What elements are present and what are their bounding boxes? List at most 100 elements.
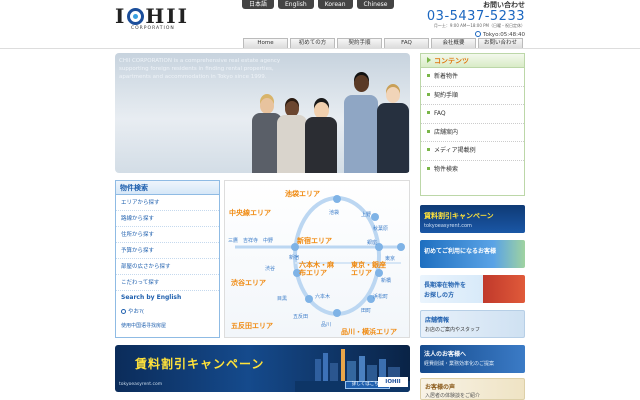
contents-item-label: 契約手順 (434, 91, 459, 99)
contents-item-label: FAQ (434, 110, 446, 117)
map-area-tokyo-ginza[interactable]: 東京・銀座エリア (351, 261, 389, 277)
search-korean-label: やお?( (128, 309, 145, 315)
search-chinese-link[interactable]: 使用中国语寻找房屋 (116, 319, 219, 333)
long-stay-subtitle: お探しの方 (424, 292, 455, 299)
station-label: 品川 (321, 322, 332, 328)
contents-item-search[interactable]: 物件検索 (421, 161, 524, 180)
campaign-small-url: tokyoeasyrent.com (424, 223, 472, 229)
contents-item-faq[interactable]: FAQ (421, 105, 524, 124)
contents-item-new[interactable]: 新着物件 (421, 68, 524, 87)
station-label: 吉祥寺 (243, 238, 259, 244)
station-label: 秋葉原 (373, 226, 389, 232)
skyline-building (367, 365, 377, 381)
station-marker (333, 309, 341, 317)
customer-voice-banner[interactable]: お客様の声 入居者の体験談をご紹介 (420, 378, 525, 400)
station-label: 五反田 (293, 314, 309, 320)
search-by-budget-link[interactable]: 予算から探す (116, 243, 219, 259)
lang-japanese-button[interactable]: 日本語 (242, 0, 275, 9)
contents-item-store[interactable]: 店舗案内 (421, 124, 524, 142)
station-label: 東京 (385, 256, 396, 262)
station-label: 中野 (263, 238, 274, 244)
search-icon (121, 309, 126, 314)
lang-korean-button[interactable]: Korean (317, 0, 353, 9)
contents-title: コンテンツ (434, 57, 469, 65)
area-map: 池袋エリア 中央線エリア 新宿エリア 六本木・麻布エリア 東京・銀座エリア 渋谷… (224, 180, 410, 338)
bullet-icon (427, 92, 430, 96)
map-area-chuo-line[interactable]: 中央線エリア (229, 208, 271, 218)
contents-item-label: メディア掲載例 (434, 147, 476, 154)
search-korean-link[interactable]: やお?( (116, 305, 219, 319)
bullet-icon (427, 111, 430, 114)
contents-panel: コンテンツ 新着物件 契約手順 FAQ 店舗案内 メディア掲載例 物件検索 (420, 53, 525, 196)
person-head (386, 87, 400, 103)
long-stay-title: 長期滞在物件を (424, 282, 467, 289)
contact-phone[interactable]: 03-5437-5233 (427, 10, 525, 23)
logo-o-icon (127, 7, 145, 25)
map-area-ikebukuro[interactable]: 池袋エリア (285, 189, 320, 199)
station-label: 銀座 (367, 240, 378, 246)
bullet-icon (427, 148, 430, 151)
store-info-banner[interactable]: 店舗情報 お店のご案内やスタッフ (420, 310, 525, 338)
search-by-area-link[interactable]: エリアから探す (116, 195, 219, 211)
store-info-title: 店舗情報 (425, 317, 450, 324)
skyline-building (347, 361, 356, 381)
station-label: 渋谷 (265, 266, 276, 272)
clock-icon (475, 31, 482, 37)
contact-hours: 月～土：9:00 AM～18:00 PM（日曜・祝日定休） (433, 23, 525, 28)
header-divider (0, 48, 640, 49)
search-by-address-link[interactable]: 住所から探す (116, 227, 219, 243)
person-figure (303, 88, 339, 173)
bullet-icon (427, 74, 430, 77)
language-bar: 日本語 English Korean Chinese (242, 0, 395, 9)
person-head (354, 75, 369, 92)
map-area-roppongi[interactable]: 六本木・麻布エリア (299, 261, 335, 277)
campaign-small-title: 賃料割引キャンペーン (424, 212, 494, 220)
contents-item-media[interactable]: メディア掲載例 (421, 142, 524, 161)
logo-wordmark: I HII (115, 4, 189, 28)
contents-item-label: 新着物件 (434, 73, 459, 80)
map-area-shinagawa[interactable]: 品川・横浜エリア (341, 327, 397, 337)
lang-english-button[interactable]: English (278, 0, 314, 9)
skyline-building (341, 349, 345, 381)
contact-block: お問い合わせ 03-5437-5233 月～土：9:00 AM～18:00 PM… (427, 0, 525, 38)
search-by-size-link[interactable]: 部屋の広さから探す (116, 259, 219, 275)
station-label: 新橋 (381, 278, 392, 284)
station-label: 目黒 (277, 296, 288, 302)
station-label: 池袋 (329, 210, 340, 216)
person-body (344, 95, 378, 173)
station-marker (371, 213, 379, 221)
campaign-banner-small[interactable]: 賃料割引キャンペーン tokyoeasyrent.com (420, 205, 525, 233)
search-by-preference-link[interactable]: こだわって探す (116, 275, 219, 291)
skyline-building (315, 359, 321, 381)
search-title: 物件検索 (116, 181, 219, 195)
map-area-gotanda[interactable]: 五反田エリア (231, 321, 273, 331)
store-info-subtitle: お店のご案内やスタッフ (425, 327, 481, 333)
contents-header: コンテンツ (421, 54, 524, 68)
person-figure (375, 73, 410, 173)
corporate-banner[interactable]: 法人のお客様へ 経費削減・業務効率化のご提案 (420, 345, 525, 373)
station-label: 三鷹 (228, 238, 239, 244)
contents-item-label: 物件検索 (434, 165, 459, 173)
search-by-line-link[interactable]: 路線から探す (116, 211, 219, 227)
contents-item-label: 店舗案内 (434, 128, 459, 136)
lang-chinese-button[interactable]: Chinese (356, 0, 395, 9)
search-by-english-link[interactable]: Search by English (116, 291, 219, 305)
map-area-shinjuku[interactable]: 新宿エリア (297, 236, 332, 246)
long-stay-banner[interactable]: 長期滞在物件を お探しの方 (420, 275, 525, 303)
campaign-banner-large[interactable]: 賃料割引キャンペーン tokyoeasyrent.com 詳しくはこちら (115, 345, 410, 392)
hero-banner: CHII CORPORATION is a comprehensive real… (115, 53, 410, 173)
person-body (377, 103, 409, 173)
station-marker (397, 243, 405, 251)
customer-voice-title: お客様の声 (425, 384, 456, 391)
logo[interactable]: I HII CORPORATION (115, 6, 195, 32)
page: I HII CORPORATION 日本語 English Korean Chin… (0, 0, 640, 400)
person-body (305, 117, 337, 173)
contents-item-contract[interactable]: 契約手順 (421, 87, 524, 105)
first-time-banner[interactable]: 初めてご利用になるお客様 (420, 240, 525, 268)
station-label: 田町 (361, 308, 372, 314)
map-area-shibuya[interactable]: 渋谷エリア (231, 278, 266, 288)
corporate-title: 法人のお客様へ (424, 351, 467, 358)
campaign-banner-url: tokyoeasyrent.com (119, 382, 163, 387)
customer-voice-subtitle: 入居者の体験談をご紹介 (425, 393, 481, 399)
station-label: 新宿 (289, 255, 300, 261)
